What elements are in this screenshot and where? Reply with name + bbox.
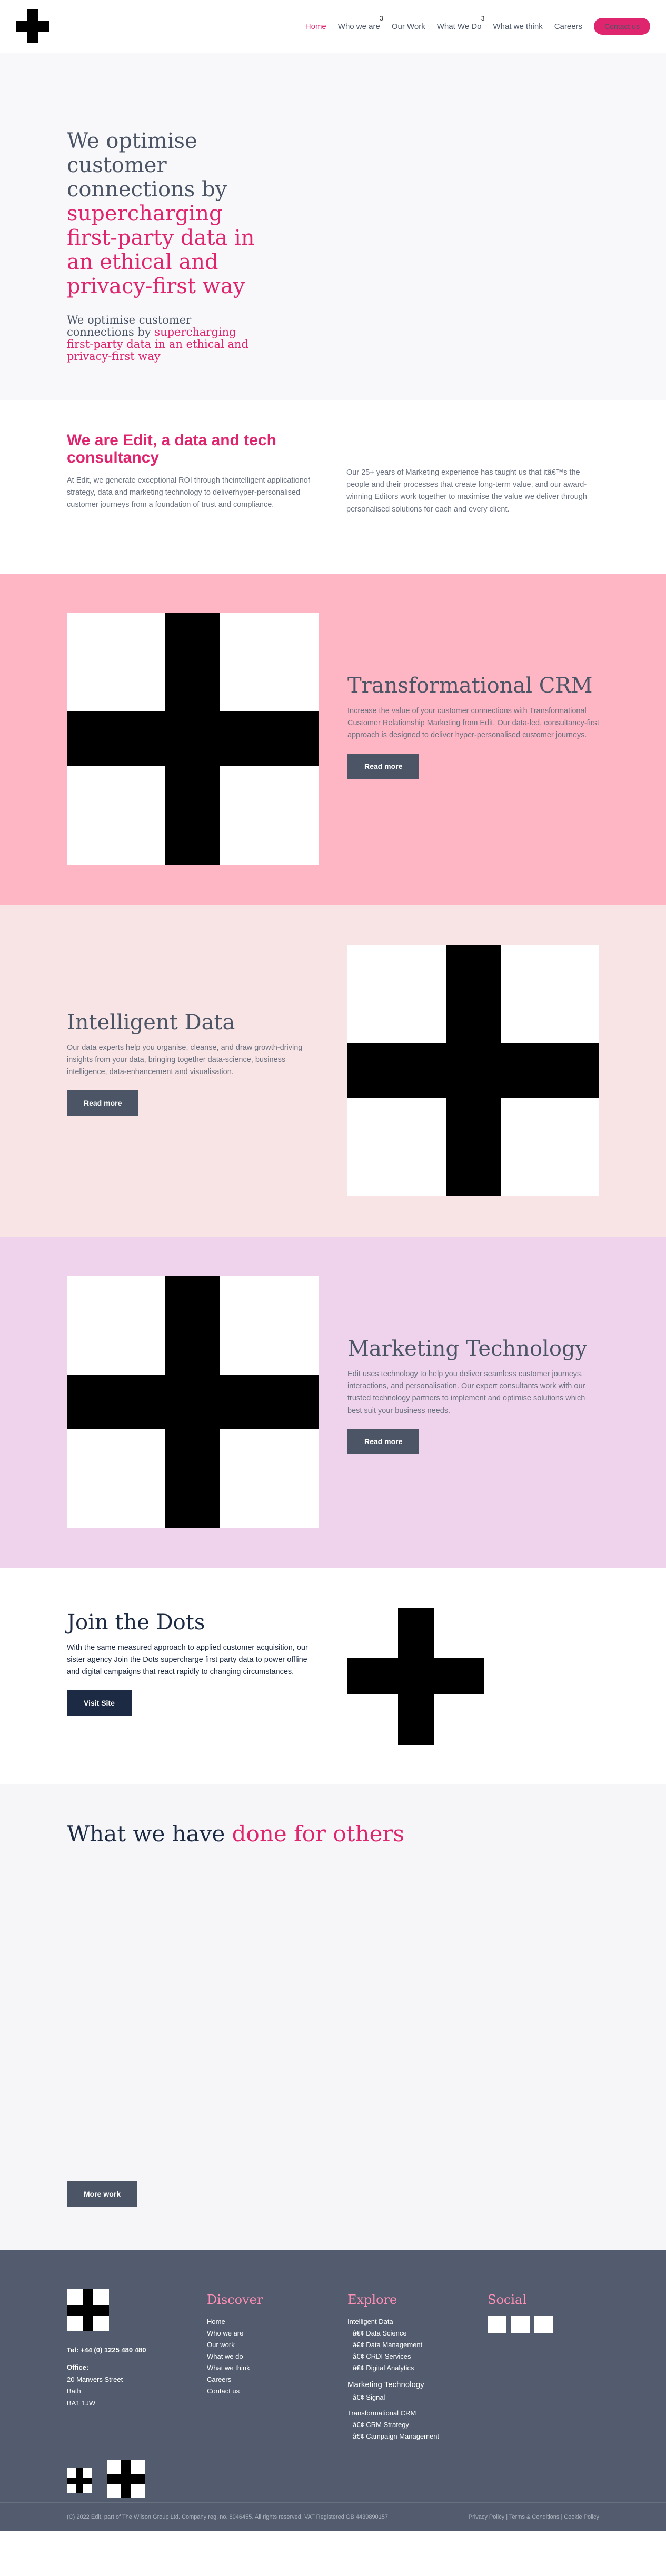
footer-link[interactable]: â€¢ CRDI Services xyxy=(347,2351,439,2362)
hero-title: We optimise customer connections by supe… xyxy=(67,129,255,298)
footer-link[interactable]: Transformational CRM xyxy=(347,2408,439,2419)
instagram-icon[interactable] xyxy=(534,2316,553,2333)
footer-office-label: Office: xyxy=(67,2363,89,2371)
footer-link[interactable]: â€¢ Signal xyxy=(347,2392,439,2403)
intro-heading: We are Edit, a data and tech consultancy xyxy=(67,432,276,466)
footer-link[interactable]: â€¢ Digital Analytics xyxy=(347,2362,439,2374)
join-the-dots-section: Join the Dots With the same measured app… xyxy=(0,1568,666,1784)
footer-link[interactable]: Our work xyxy=(207,2339,263,2351)
social-title: Social xyxy=(488,2292,526,2307)
address-line: 20 Manvers Street xyxy=(67,2375,123,2383)
footer-link[interactable]: Contact us xyxy=(207,2385,263,2397)
footer-link[interactable]: Who we are xyxy=(207,2328,263,2339)
nav-who-we-are[interactable]: Who we are 3 xyxy=(338,15,383,31)
footer-bottom-bar: (C) 2022 Edit, part of The Wilson Group … xyxy=(0,2502,666,2531)
footer-link[interactable]: â€¢ Campaign Management xyxy=(347,2431,439,2442)
partner-logo xyxy=(67,2468,92,2493)
footer-link[interactable]: â€¢ Data Science xyxy=(347,2328,439,2339)
explore-title: Explore xyxy=(347,2292,397,2307)
footer-logo[interactable] xyxy=(67,2289,109,2331)
footer: Tel: +44 (0) 1225 480 480 Office: 20 Man… xyxy=(0,2250,666,2531)
visit-site-button[interactable]: Visit Site xyxy=(67,1690,132,1716)
hero: We optimise customer connections by supe… xyxy=(0,53,666,400)
partner-logo xyxy=(107,2460,145,2498)
nav-what-we-think[interactable]: What we think xyxy=(493,22,542,31)
martech-image xyxy=(67,1276,319,1528)
work-section: What we have done for others More work xyxy=(0,1784,666,2250)
crm-section: Transformational CRM Increase the value … xyxy=(0,574,666,905)
main-nav: Home Who we are 3 Our Work What We Do 3 Wh… xyxy=(305,15,650,35)
footer-tel[interactable]: Tel: +44 (0) 1225 480 480 xyxy=(67,2344,146,2357)
crm-image xyxy=(67,613,319,865)
more-work-button[interactable]: More work xyxy=(67,2181,138,2207)
nav-careers[interactable]: Careers xyxy=(554,22,582,31)
footer-link[interactable]: Intelligent Data xyxy=(347,2316,439,2328)
martech-read-more-button[interactable]: Read more xyxy=(347,1428,420,1454)
explore-column: Explore Intelligent Data â€¢ Data Scienc… xyxy=(347,2289,439,2442)
logo[interactable] xyxy=(16,9,49,43)
footer-link[interactable]: Marketing Technology xyxy=(347,2378,439,2392)
nav-what-we-do[interactable]: What We Do 3 xyxy=(437,15,485,31)
martech-title: Marketing Technology xyxy=(347,1337,588,1361)
footer-link[interactable]: What we think xyxy=(207,2362,263,2374)
copyright-text: (C) 2022 Edit, part of The Wilson Group … xyxy=(67,2514,389,2520)
data-image xyxy=(347,945,599,1196)
footer-address: Tel: +44 (0) 1225 480 480 Office: 20 Man… xyxy=(67,2344,146,2410)
discover-column: Discover Home Who we are Our work What w… xyxy=(207,2289,263,2397)
martech-section: Marketing Technology Edit uses technolog… xyxy=(0,1237,666,1568)
intro-left-text: At Edit, we generate exceptional ROI thr… xyxy=(67,476,310,509)
footer-link[interactable]: What we do xyxy=(207,2351,263,2362)
footer-link[interactable]: â€¢ CRM Strategy xyxy=(347,2419,439,2431)
data-section: Intelligent Data Our data experts help y… xyxy=(0,905,666,1237)
crm-read-more-button[interactable]: Read more xyxy=(347,753,420,779)
contact-button[interactable]: Contact us xyxy=(594,18,650,35)
site-header: Home Who we are 3 Our Work What We Do 3 Wh… xyxy=(0,0,666,53)
address-line: Bath xyxy=(67,2387,81,2395)
footer-link[interactable]: Careers xyxy=(207,2374,263,2385)
intro-right-text: Our 25+ years of Marketing experience ha… xyxy=(346,468,587,514)
nav-our-work[interactable]: Our Work xyxy=(392,22,425,31)
footer-link[interactable]: Home xyxy=(207,2316,263,2328)
nav-home[interactable]: Home xyxy=(305,22,326,31)
hero-subtitle: We optimise customer connections by supe… xyxy=(67,314,248,363)
social-column: Social xyxy=(488,2289,553,2333)
martech-text: Edit uses technology to help you deliver… xyxy=(347,1370,585,1415)
work-title: What we have done for others xyxy=(67,1821,405,1847)
dots-logo xyxy=(347,1608,484,1745)
address-line: BA1 1JW xyxy=(67,2399,96,2407)
dots-title: Join the Dots xyxy=(67,1610,205,1635)
data-text: Our data experts help you organise, clea… xyxy=(67,1044,303,1077)
dots-text: With the same measured approach to appli… xyxy=(67,1643,308,1677)
legal-links[interactable]: Privacy Policy | Terms & Conditions | Co… xyxy=(469,2514,599,2520)
crm-title: Transformational CRM xyxy=(347,674,593,698)
discover-title: Discover xyxy=(207,2292,263,2307)
footer-link[interactable]: â€¢ Data Management xyxy=(347,2339,439,2351)
data-read-more-button[interactable]: Read more xyxy=(67,1090,139,1116)
crm-text: Increase the value of your customer conn… xyxy=(347,707,599,740)
twitter-icon[interactable] xyxy=(511,2316,530,2333)
linkedin-icon[interactable] xyxy=(488,2316,506,2333)
intro-section: We are Edit, a data and tech consultancy… xyxy=(0,400,666,574)
data-title: Intelligent Data xyxy=(67,1010,235,1035)
